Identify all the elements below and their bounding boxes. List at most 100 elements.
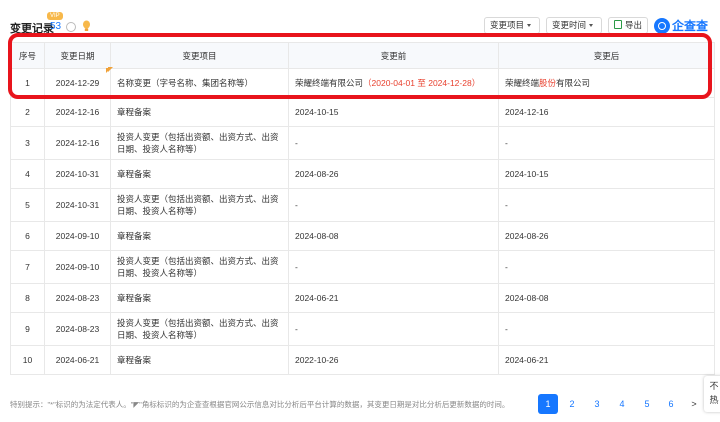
page-button-5[interactable]: 5 bbox=[637, 394, 657, 414]
table-row: 8 2024-08-23 章程备案 2024-06-21 2024-08-08 bbox=[10, 283, 715, 313]
logo-icon bbox=[654, 17, 670, 34]
page-button-6[interactable]: 6 bbox=[661, 394, 681, 414]
row-number: 10 bbox=[10, 345, 45, 375]
caret-down-icon bbox=[589, 24, 594, 28]
change-date: 2024-09-10 bbox=[44, 250, 111, 284]
change-item: 名称变更（字号名称、集团名称等） bbox=[110, 68, 289, 98]
value-after: - bbox=[498, 188, 715, 222]
change-date: 2024-10-31 bbox=[44, 159, 111, 189]
value-after: - bbox=[498, 312, 715, 346]
row-number: 9 bbox=[10, 312, 45, 346]
value-before: - bbox=[288, 188, 499, 222]
value-before: 2024-06-21 bbox=[288, 283, 499, 313]
change-date: 2024-06-21 bbox=[44, 345, 111, 375]
excel-export-icon bbox=[614, 20, 622, 29]
value-after: 荣耀终端股份有限公司 bbox=[498, 68, 715, 98]
info-icon[interactable] bbox=[66, 22, 76, 32]
table-row: 9 2024-08-23 投资人变更（包括出资额、出资方式、出资日期、投资人名称… bbox=[10, 312, 715, 346]
value-before-text: 荣耀终端有限公司 bbox=[295, 78, 364, 88]
table-row: 4 2024-10-31 章程备案 2024-08-26 2024-10-15 bbox=[10, 159, 715, 189]
value-after-part: 有限公司 bbox=[556, 78, 591, 88]
value-before: - bbox=[288, 312, 499, 346]
value-before: - bbox=[288, 126, 499, 160]
value-before: - bbox=[288, 250, 499, 284]
change-item: 章程备案 bbox=[110, 97, 289, 127]
row-number: 6 bbox=[10, 221, 45, 251]
change-item: 投资人变更（包括出资额、出资方式、出资日期、投资人名称等） bbox=[110, 312, 289, 346]
value-before: 荣耀终端有限公司（2020-04-01 至 2024-12-28） bbox=[288, 68, 499, 98]
change-item-filter-label: 变更项目 bbox=[490, 20, 525, 30]
change-item: 投资人变更（包括出资额、出资方式、出资日期、投资人名称等） bbox=[110, 188, 289, 222]
value-after: 2024-08-26 bbox=[498, 221, 715, 251]
bulb-icon[interactable] bbox=[82, 20, 91, 32]
table-row: 2 2024-12-16 章程备案 2024-10-15 2024-12-16 bbox=[10, 97, 715, 127]
row-number: 1 bbox=[10, 68, 45, 98]
row-number: 8 bbox=[10, 283, 45, 313]
next-page-button[interactable]: > bbox=[686, 394, 702, 414]
column-header-item: 变更项目 bbox=[110, 42, 289, 69]
change-date: 2024-10-31 bbox=[44, 188, 111, 222]
page-button-1[interactable]: 1 bbox=[538, 394, 558, 414]
vip-badge: VIP bbox=[47, 12, 63, 20]
value-after: 2024-10-15 bbox=[498, 159, 715, 189]
value-after: 2024-06-21 bbox=[498, 345, 715, 375]
row-number: 7 bbox=[10, 250, 45, 284]
change-records-table: 序号 变更日期 变更项目 变更前 变更后 1 2024-12-29 名称变更（字… bbox=[10, 42, 715, 375]
change-records-header: 变更记录 VIP 53 变更项目 变更时间 导出 企查查 bbox=[0, 0, 720, 40]
qichacha-logo: 企查查 bbox=[654, 17, 708, 35]
table-header-row: 序号 变更日期 变更项目 变更前 变更后 bbox=[10, 42, 715, 69]
value-before-period: （2020-04-01 至 2024-12-28） bbox=[363, 78, 481, 88]
value-after: 2024-08-08 bbox=[498, 283, 715, 313]
row-number: 5 bbox=[10, 188, 45, 222]
section-title: 变更记录 bbox=[10, 23, 54, 35]
row-number: 4 bbox=[10, 159, 45, 189]
change-date: 2024-08-23 bbox=[44, 312, 111, 346]
table-row: 7 2024-09-10 投资人变更（包括出资额、出资方式、出资日期、投资人名称… bbox=[10, 250, 715, 284]
value-before: 2024-10-15 bbox=[288, 97, 499, 127]
page-button-2[interactable]: 2 bbox=[562, 394, 582, 414]
change-item: 投资人变更（包括出资额、出资方式、出资日期、投资人名称等） bbox=[110, 250, 289, 284]
change-date: 2024-08-23 bbox=[44, 283, 111, 313]
table-row: 10 2024-06-21 章程备案 2022-10-26 2024-06-21 bbox=[10, 345, 715, 375]
value-before: 2022-10-26 bbox=[288, 345, 499, 375]
change-time-filter-button[interactable]: 变更时间 bbox=[546, 17, 602, 34]
change-time-filter-label: 变更时间 bbox=[552, 20, 587, 30]
value-after: 2024-12-16 bbox=[498, 97, 715, 127]
value-after-part: 荣耀终端 bbox=[505, 78, 540, 88]
change-date: 2024-12-29 bbox=[44, 68, 111, 98]
value-before: 2024-08-26 bbox=[288, 159, 499, 189]
column-header-no: 序号 bbox=[10, 42, 45, 69]
column-header-after: 变更后 bbox=[498, 42, 715, 69]
table-row: 1 2024-12-29 名称变更（字号名称、集团名称等） 荣耀终端有限公司（2… bbox=[10, 68, 715, 98]
logo-text: 企查查 bbox=[672, 19, 709, 33]
caret-down-icon bbox=[527, 24, 532, 28]
change-item: 章程备案 bbox=[110, 283, 289, 313]
page-button-4[interactable]: 4 bbox=[612, 394, 632, 414]
change-item: 章程备案 bbox=[110, 345, 289, 375]
change-item: 章程备案 bbox=[110, 221, 289, 251]
row-number: 2 bbox=[10, 97, 45, 127]
table-row: 6 2024-09-10 章程备案 2024-08-08 2024-08-26 bbox=[10, 221, 715, 251]
change-item: 投资人变更（包括出资额、出资方式、出资日期、投资人名称等） bbox=[110, 126, 289, 160]
side-float-widget[interactable]: 不 热 bbox=[704, 376, 720, 412]
side-widget-line: 不 bbox=[709, 381, 719, 391]
value-before: 2024-08-08 bbox=[288, 221, 499, 251]
table-row: 5 2024-10-31 投资人变更（包括出资额、出资方式、出资日期、投资人名称… bbox=[10, 188, 715, 222]
column-header-before: 变更前 bbox=[288, 42, 499, 69]
table-row: 3 2024-12-16 投资人变更（包括出资额、出资方式、出资日期、投资人名称… bbox=[10, 126, 715, 160]
change-date: 2024-12-16 bbox=[44, 97, 111, 127]
column-header-date: 变更日期 bbox=[44, 42, 111, 69]
record-count: 53 bbox=[50, 21, 62, 32]
change-date: 2024-12-16 bbox=[44, 126, 111, 160]
export-label: 导出 bbox=[625, 20, 643, 30]
change-date: 2024-09-10 bbox=[44, 221, 111, 251]
page-button-3[interactable]: 3 bbox=[587, 394, 607, 414]
change-item: 章程备案 bbox=[110, 159, 289, 189]
calculated-corner-icon bbox=[108, 67, 113, 72]
footer-note: 特别提示："*"标识的为法定代表人。"◤"角标标识的为企查查根据官网公示信息对比… bbox=[10, 400, 510, 409]
change-date-text: 2024-12-29 bbox=[55, 78, 100, 88]
value-after: - bbox=[498, 250, 715, 284]
change-item-filter-button[interactable]: 变更项目 bbox=[484, 17, 540, 34]
value-after-changed-part: 股份 bbox=[539, 78, 557, 88]
export-button[interactable]: 导出 bbox=[608, 17, 648, 34]
